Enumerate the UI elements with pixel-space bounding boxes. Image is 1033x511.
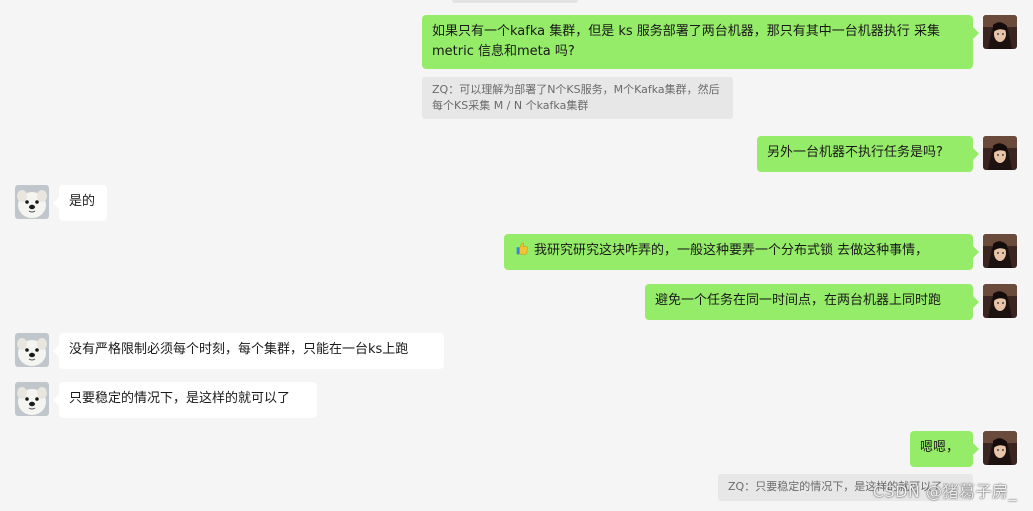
user-avatar-icon[interactable]: [983, 136, 1017, 170]
message-bubble-other[interactable]: 没有严格限制必须每个时刻，每个集群，只能在一台ks上跑: [53, 333, 444, 369]
chat-window: 如果只有一个kafka 集群，但是 ks 服务部署了两台机器，那只有其中一台机器…: [0, 0, 1033, 511]
message-text: 我研究研究这块咋弄的，一般这种要弄一个分布式锁 去做这种事情，: [534, 243, 929, 258]
message-text: 只要稳定的情况下，是这样的就可以了: [69, 391, 291, 406]
quote-text: ZQ：可以理解为部署了N个KS服务，M个Kafka集群，然后每个KS采集 M /…: [432, 83, 720, 112]
message-text: 没有严格限制必须每个时刻，每个集群，只能在一台ks上跑: [69, 342, 409, 357]
quoted-reply[interactable]: ZQ：可以理解为部署了N个KS服务，M个Kafka集群，然后每个KS采集 M /…: [422, 77, 733, 119]
message-bubble-self[interactable]: 避免一个任务在同一时间点，在两台机器上同时跑: [645, 284, 979, 320]
message-text: 嗯嗯，: [920, 440, 960, 455]
thumbs-up-icon: [516, 242, 528, 255]
message-bubble-other[interactable]: 只要稳定的情况下，是这样的就可以了: [53, 382, 317, 418]
message-bubble-other[interactable]: 是的: [53, 185, 107, 221]
dog-avatar-icon[interactable]: [15, 333, 49, 367]
message-text: 避免一个任务在同一时间点，在两台机器上同时跑: [655, 293, 942, 308]
user-avatar-icon[interactable]: [983, 284, 1017, 318]
user-avatar-icon[interactable]: [983, 15, 1017, 49]
message-bubble-self[interactable]: 我研究研究这块咋弄的，一般这种要弄一个分布式锁 去做这种事情，: [504, 234, 979, 270]
watermark: CSDN @猪葛子房_: [872, 482, 1017, 501]
user-avatar-icon[interactable]: [983, 431, 1017, 465]
message-bubble-self[interactable]: 另外一台机器不执行任务是吗?: [757, 136, 979, 172]
message-text: 如果只有一个kafka 集群，但是 ks 服务部署了两台机器，那只有其中一台机器…: [432, 24, 940, 59]
message-text: 是的: [69, 194, 96, 209]
message-bubble-self[interactable]: 如果只有一个kafka 集群，但是 ks 服务部署了两台机器，那只有其中一台机器…: [422, 15, 979, 69]
previous-message-edge: [452, 0, 578, 3]
message-bubble-self[interactable]: 嗯嗯，: [910, 431, 979, 467]
dog-avatar-icon[interactable]: [15, 185, 49, 219]
message-text: 另外一台机器不执行任务是吗?: [767, 145, 943, 160]
dog-avatar-icon[interactable]: [15, 382, 49, 416]
user-avatar-icon[interactable]: [983, 234, 1017, 268]
